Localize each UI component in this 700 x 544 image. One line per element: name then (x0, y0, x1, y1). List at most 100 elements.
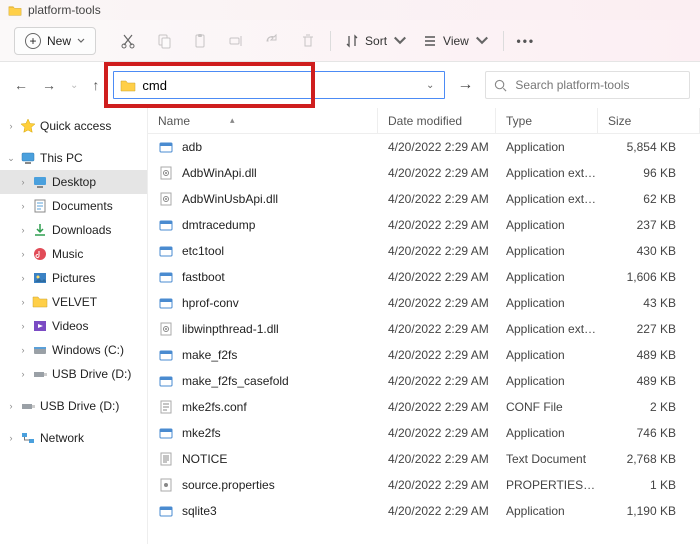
chevron-down-icon: ⌄ (6, 153, 16, 164)
file-name: make_f2fs_casefold (182, 374, 289, 388)
content-body: › Quick access ⌄ This PC ›Desktop›Docume… (0, 108, 700, 544)
tree-item[interactable]: ›Windows (C:) (0, 338, 147, 362)
sort-button[interactable]: Sort (345, 34, 407, 48)
file-icon (158, 399, 174, 415)
tree-item[interactable]: ›Documents (0, 194, 147, 218)
nav-arrows: ← → ⌄ ↑ (10, 77, 103, 93)
share-icon[interactable] (264, 33, 280, 49)
address-history-button[interactable]: ⌄ (422, 80, 438, 91)
tree-network[interactable]: › Network (0, 426, 147, 450)
file-row[interactable]: fastboot4/20/2022 2:29 AMApplication1,60… (148, 264, 700, 290)
file-icon (158, 243, 174, 259)
chevron-right-icon: › (18, 273, 28, 283)
tree-icon (32, 198, 48, 214)
chevron-right-icon: › (6, 433, 16, 443)
window-title: platform-tools (28, 3, 101, 17)
network-icon (20, 430, 36, 446)
tree-icon (32, 342, 48, 358)
tree-icon (32, 222, 48, 238)
file-row[interactable]: AdbWinApi.dll4/20/2022 2:29 AMApplicatio… (148, 160, 700, 186)
recent-locations-button[interactable]: ⌄ (70, 80, 78, 91)
tree-item[interactable]: ›Pictures (0, 266, 147, 290)
file-date: 4/20/2022 2:29 AM (378, 478, 496, 492)
tree-this-pc[interactable]: ⌄ This PC (0, 146, 147, 170)
file-type: CONF File (496, 400, 598, 414)
chevron-right-icon: › (18, 249, 28, 259)
tree-item[interactable]: ›USB Drive (D:) (0, 362, 147, 386)
file-date: 4/20/2022 2:29 AM (378, 322, 496, 336)
address-bar[interactable]: ⌄ (113, 71, 445, 99)
address-input[interactable] (142, 78, 422, 93)
file-name: AdbWinApi.dll (182, 166, 257, 180)
file-type: Application (496, 296, 598, 310)
column-header-date[interactable]: Date modified (378, 108, 496, 133)
file-size: 5,854 KB (598, 140, 700, 154)
file-row[interactable]: source.properties4/20/2022 2:29 AMPROPER… (148, 472, 700, 498)
file-row[interactable]: adb4/20/2022 2:29 AMApplication5,854 KB (148, 134, 700, 160)
paste-icon[interactable] (192, 33, 208, 49)
tree-usb-drive[interactable]: › USB Drive (D:) (0, 394, 147, 418)
search-placeholder: Search platform-tools (515, 78, 629, 92)
title-bar: platform-tools (0, 0, 700, 20)
file-row[interactable]: dmtracedump4/20/2022 2:29 AMApplication2… (148, 212, 700, 238)
copy-icon[interactable] (156, 33, 172, 49)
view-icon (423, 34, 437, 48)
search-box[interactable]: Search platform-tools (485, 71, 690, 99)
more-icon[interactable]: ••• (518, 33, 534, 49)
file-icon (158, 191, 174, 207)
file-icon (158, 451, 174, 467)
file-name: make_f2fs (182, 348, 237, 362)
file-icon (158, 373, 174, 389)
tree-item[interactable]: ›Downloads (0, 218, 147, 242)
file-row[interactable]: make_f2fs4/20/2022 2:29 AMApplication489… (148, 342, 700, 368)
new-label: New (47, 34, 71, 48)
file-type: Application (496, 140, 598, 154)
file-name: sqlite3 (182, 504, 217, 518)
file-size: 746 KB (598, 426, 700, 440)
chevron-right-icon: › (6, 401, 16, 411)
file-type: Application (496, 270, 598, 284)
file-row[interactable]: NOTICE4/20/2022 2:29 AMText Document2,76… (148, 446, 700, 472)
tree-label: Desktop (52, 175, 96, 189)
file-date: 4/20/2022 2:29 AM (378, 218, 496, 232)
file-name: etc1tool (182, 244, 224, 258)
tree-icon (32, 174, 48, 190)
file-name: mke2fs (182, 426, 221, 440)
tree-quick-access[interactable]: › Quick access (0, 114, 147, 138)
tree-item[interactable]: ›Desktop (0, 170, 147, 194)
file-row[interactable]: etc1tool4/20/2022 2:29 AMApplication430 … (148, 238, 700, 264)
chevron-right-icon: › (18, 201, 28, 211)
back-button[interactable]: ← (14, 77, 28, 93)
column-header-name[interactable]: Name (148, 108, 378, 133)
column-header-size[interactable]: Size (598, 108, 700, 133)
file-row[interactable]: sqlite34/20/2022 2:29 AMApplication1,190… (148, 498, 700, 524)
forward-button[interactable]: → (42, 77, 56, 93)
file-name: source.properties (182, 478, 275, 492)
file-type: Application (496, 244, 598, 258)
file-row[interactable]: AdbWinUsbApi.dll4/20/2022 2:29 AMApplica… (148, 186, 700, 212)
go-button[interactable]: → (455, 76, 475, 94)
navigation-pane: › Quick access ⌄ This PC ›Desktop›Docume… (0, 108, 148, 544)
tree-item[interactable]: ›VELVET (0, 290, 147, 314)
delete-icon[interactable] (300, 33, 316, 49)
column-header-type[interactable]: Type (496, 108, 598, 133)
up-button[interactable]: ↑ (92, 77, 99, 93)
file-row[interactable]: mke2fs4/20/2022 2:29 AMApplication746 KB (148, 420, 700, 446)
cut-icon[interactable] (120, 33, 136, 49)
file-icon (158, 165, 174, 181)
file-size: 489 KB (598, 348, 700, 362)
file-row[interactable]: libwinpthread-1.dll4/20/2022 2:29 AMAppl… (148, 316, 700, 342)
chevron-right-icon: › (18, 369, 28, 379)
usb-icon (20, 398, 36, 414)
tree-item[interactable]: ›Music (0, 242, 147, 266)
rename-icon[interactable] (228, 33, 244, 49)
file-row[interactable]: hprof-conv4/20/2022 2:29 AMApplication43… (148, 290, 700, 316)
file-row[interactable]: make_f2fs_casefold4/20/2022 2:29 AMAppli… (148, 368, 700, 394)
new-button[interactable]: + New (14, 27, 96, 55)
tree-item[interactable]: ›Videos (0, 314, 147, 338)
view-button[interactable]: View (423, 34, 489, 48)
file-type: Application exten... (496, 166, 598, 180)
file-row[interactable]: mke2fs.conf4/20/2022 2:29 AMCONF File2 K… (148, 394, 700, 420)
view-label: View (443, 34, 469, 48)
file-date: 4/20/2022 2:29 AM (378, 244, 496, 258)
